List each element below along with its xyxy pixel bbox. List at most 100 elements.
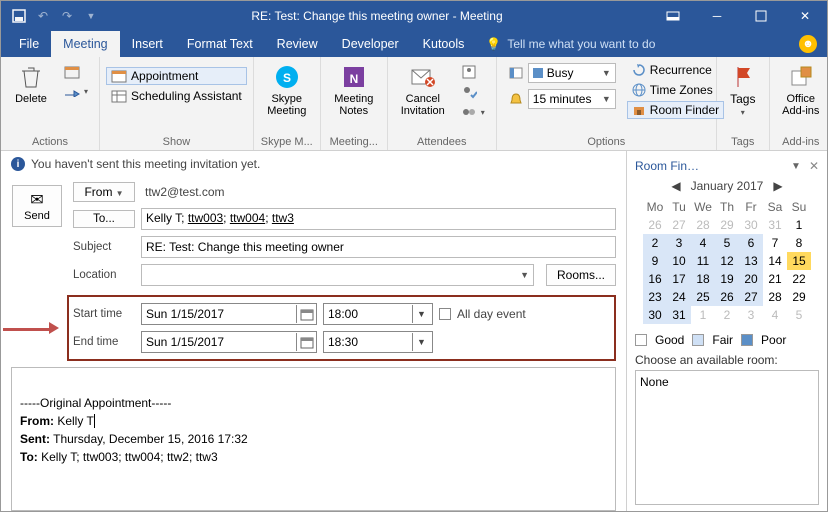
calendar-day[interactable]: 4	[691, 234, 715, 252]
next-month-button[interactable]: ▶	[773, 179, 782, 193]
scheduling-assistant-button[interactable]: Scheduling Assistant	[106, 87, 247, 105]
reminder-combo[interactable]: 15 minutes ▼	[528, 89, 616, 109]
calendar-small-button[interactable]	[59, 63, 93, 81]
room-list[interactable]: None	[635, 370, 819, 505]
close-pane-icon[interactable]: ✕	[809, 159, 819, 173]
save-icon[interactable]	[7, 4, 31, 28]
calendar-day[interactable]: 31	[763, 216, 787, 234]
calendar-day[interactable]: 2	[643, 234, 667, 252]
start-time-field[interactable]: 18:00 ▼	[323, 303, 433, 325]
calendar-day[interactable]: 21	[763, 270, 787, 288]
cancel-invitation-button[interactable]: Cancel Invitation	[394, 61, 452, 135]
calendar-day[interactable]: 5	[715, 234, 739, 252]
tab-file[interactable]: File	[7, 31, 51, 57]
calendar-day[interactable]: 30	[739, 216, 763, 234]
calendar-day[interactable]: 15	[787, 252, 811, 270]
end-time-field[interactable]: 18:30 ▼	[323, 331, 433, 353]
appointment-button[interactable]: Appointment	[106, 67, 247, 85]
calendar-day[interactable]: 13	[739, 252, 763, 270]
from-button[interactable]: From ▼	[73, 182, 135, 202]
mini-calendar[interactable]: MoTuWeThFrSaSu26272829303112345678910111…	[642, 197, 812, 325]
calendar-day[interactable]: 5	[787, 306, 811, 324]
tell-me-search[interactable]: 💡 Tell me what you want to do	[476, 31, 665, 57]
calendar-day[interactable]: 23	[643, 288, 667, 306]
calendar-day[interactable]: 28	[763, 288, 787, 306]
redo-icon[interactable]: ↷	[55, 4, 79, 28]
undo-icon[interactable]: ↶	[31, 4, 55, 28]
maximize-button[interactable]	[739, 1, 783, 31]
tags-button[interactable]: Tags▾	[723, 61, 763, 135]
calendar-day[interactable]: 17	[667, 270, 691, 288]
time-zones-button[interactable]: Time Zones	[627, 81, 724, 99]
calendar-day[interactable]: 28	[691, 216, 715, 234]
group-actions-label: Actions	[7, 135, 93, 148]
location-field[interactable]: ▼	[141, 264, 534, 286]
calendar-day[interactable]: 22	[787, 270, 811, 288]
subject-field[interactable]	[141, 236, 616, 258]
calendar-day[interactable]: 27	[667, 216, 691, 234]
calendar-day[interactable]: 19	[715, 270, 739, 288]
show-as-combo[interactable]: Busy ▼	[528, 63, 616, 83]
recurrence-button[interactable]: Recurrence	[627, 61, 724, 79]
calendar-day[interactable]: 11	[691, 252, 715, 270]
start-date-field[interactable]: Sun 1/15/2017	[141, 303, 317, 325]
calendar-day[interactable]: 20	[739, 270, 763, 288]
calendar-day[interactable]: 2	[715, 306, 739, 324]
skype-meeting-button[interactable]: S Skype Meeting	[260, 61, 314, 135]
ribbon-options-icon[interactable]	[651, 1, 695, 31]
tab-kutools[interactable]: Kutools	[411, 31, 477, 57]
calendar-day[interactable]: 24	[667, 288, 691, 306]
chevron-down-icon[interactable]: ▼	[412, 333, 430, 351]
calendar-day[interactable]: 27	[739, 288, 763, 306]
calendar-picker-icon[interactable]	[296, 305, 314, 323]
tab-meeting[interactable]: Meeting	[51, 31, 119, 57]
office-addins-button[interactable]: Office Add-ins	[776, 61, 826, 135]
calendar-day[interactable]: 7	[763, 234, 787, 252]
calendar-day[interactable]: 9	[643, 252, 667, 270]
response-options-button[interactable]: ▾	[456, 103, 490, 121]
calendar-day[interactable]: 14	[763, 252, 787, 270]
minimize-button[interactable]: ─	[695, 1, 739, 31]
calendar-day[interactable]: 1	[691, 306, 715, 324]
rooms-button[interactable]: Rooms...	[546, 264, 616, 286]
calendar-day[interactable]: 29	[787, 288, 811, 306]
address-book-button[interactable]	[456, 63, 490, 81]
to-button[interactable]: To...	[73, 210, 135, 228]
tab-developer[interactable]: Developer	[330, 31, 411, 57]
to-field[interactable]: Kelly T; ttw003; ttw004; ttw3	[141, 208, 616, 230]
room-finder-button[interactable]: Room Finder	[627, 101, 724, 119]
chevron-down-icon[interactable]: ▼	[412, 305, 430, 323]
calendar-day[interactable]: 30	[643, 306, 667, 324]
forward-small-button[interactable]: ▾	[59, 83, 93, 99]
qat-dropdown-icon[interactable]: ▼	[79, 4, 103, 28]
calendar-day[interactable]: 1	[787, 216, 811, 234]
calendar-day[interactable]: 29	[715, 216, 739, 234]
calendar-day[interactable]: 18	[691, 270, 715, 288]
calendar-day[interactable]: 16	[643, 270, 667, 288]
prev-month-button[interactable]: ◀	[671, 179, 680, 193]
end-date-field[interactable]: Sun 1/15/2017	[141, 331, 317, 353]
calendar-day[interactable]: 26	[643, 216, 667, 234]
message-body[interactable]: -----Original Appointment----- From: Kel…	[11, 367, 616, 511]
close-button[interactable]: ✕	[783, 1, 827, 31]
calendar-day[interactable]: 25	[691, 288, 715, 306]
calendar-day[interactable]: 8	[787, 234, 811, 252]
calendar-day[interactable]: 4	[763, 306, 787, 324]
delete-button[interactable]: Delete	[7, 61, 55, 135]
calendar-picker-icon[interactable]	[296, 333, 314, 351]
tab-review[interactable]: Review	[265, 31, 330, 57]
check-names-button[interactable]	[456, 83, 490, 101]
chevron-down-icon[interactable]: ▼	[791, 161, 801, 172]
calendar-day[interactable]: 31	[667, 306, 691, 324]
calendar-day[interactable]: 6	[739, 234, 763, 252]
calendar-day[interactable]: 10	[667, 252, 691, 270]
calendar-day[interactable]: 26	[715, 288, 739, 306]
all-day-checkbox[interactable]	[439, 308, 451, 320]
calendar-day[interactable]: 3	[667, 234, 691, 252]
calendar-day[interactable]: 3	[739, 306, 763, 324]
feedback-smiley-icon[interactable]: ☻	[799, 35, 817, 53]
calendar-day[interactable]: 12	[715, 252, 739, 270]
tab-insert[interactable]: Insert	[120, 31, 175, 57]
tab-format-text[interactable]: Format Text	[175, 31, 265, 57]
meeting-notes-button[interactable]: N Meeting Notes	[327, 61, 381, 135]
